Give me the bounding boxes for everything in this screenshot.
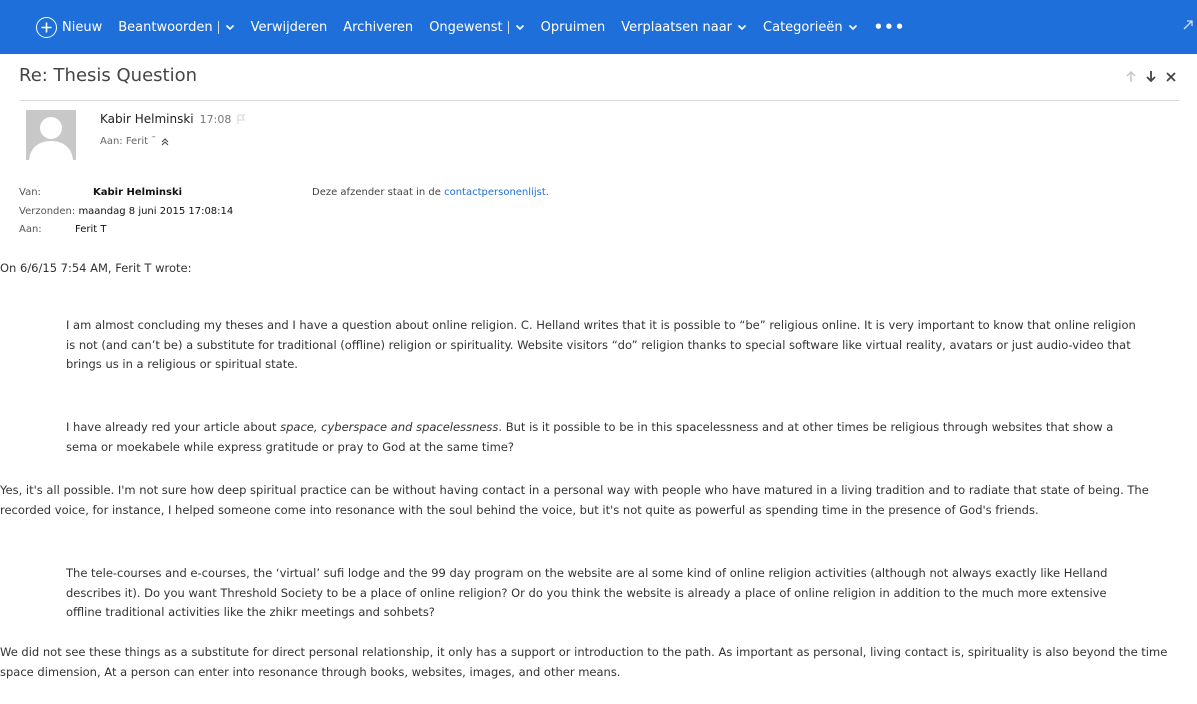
meta-sent: Verzonden: maandag 8 juni 2015 17:08:14 [19,206,233,217]
move-to-button[interactable]: Verplaatsen naar [621,20,747,35]
sender-notice: Deze afzender staat in de contactpersone… [312,187,549,198]
expand-icon[interactable] [1183,20,1193,30]
junk-button[interactable]: Ongewenst [429,20,524,35]
meta-from: Van: Kabir Helminski [19,187,182,198]
chevron-down-icon[interactable] [225,22,235,32]
chevron-down-icon[interactable] [515,22,525,32]
close-icon[interactable] [1165,68,1177,87]
arrow-down-icon[interactable] [1145,68,1157,87]
message-time: 17:08 [199,112,232,126]
command-toolbar: Nieuw Beantwoorden Verwijderen Archivere… [0,0,1197,54]
archive-label: Archiveren [343,19,414,35]
new-button[interactable]: Nieuw [36,16,103,38]
meta-from-label: Van: [19,187,41,198]
categories-label: Categorieën [763,19,843,35]
divider [19,100,1179,101]
sweep-button[interactable]: Opruimen [541,20,606,35]
more-actions-button[interactable]: ••• [874,18,906,36]
contacts-link[interactable]: contactpersonenlijst. [444,187,549,198]
avatar [26,110,76,160]
new-label: Nieuw [62,19,103,35]
recipient-label[interactable]: Aan: Ferit ¯ [100,136,156,147]
archive-button[interactable]: Archiveren [343,20,413,35]
meta-from-value: Kabir Helminski [93,187,183,198]
meta-to-label: Aan: [19,224,42,235]
reply-label: Beantwoorden [118,19,213,35]
flag-icon[interactable] [237,114,246,125]
chevron-up-double-icon[interactable] [161,137,169,146]
message-nav [1125,68,1177,87]
meta-sent-label: Verzonden: [19,206,76,217]
meta-to: Aan: Ferit T [19,224,106,235]
quoted-paragraph-3: The tele-courses and e-courses, the ‘vir… [66,566,1108,619]
quoted-paragraph-2-start: I have already red your article about [66,420,281,434]
chevron-down-icon [848,24,857,31]
recipient-line: Aan: Ferit ¯ [100,136,169,147]
divider [507,20,509,34]
quoted-paragraph-2: I have already red your article about sp… [66,418,1136,457]
notice-text: Deze afzender staat in de [312,187,445,198]
divider [217,20,219,34]
message-subject: Re: Thesis Question [19,65,198,86]
reply-paragraph-2: We did not see these things as a substit… [0,645,1168,679]
categories-button[interactable]: Categorieën [763,20,858,35]
more-label: ••• [873,18,906,36]
plus-circle-icon [36,16,57,38]
reply-button[interactable]: Beantwoorden [118,20,234,35]
move-label: Verplaatsen naar [621,19,733,35]
chevron-down-icon [737,24,747,31]
arrow-up-icon[interactable] [1125,68,1137,87]
delete-button[interactable]: Verwijderen [251,20,328,35]
sender-line: Kabir Helminski 17:08 [100,112,246,126]
delete-label: Verwijderen [250,19,328,35]
junk-label: Ongewenst [429,19,503,35]
reply-paragraph-1: Yes, it's all possible. I'm not sure how… [0,483,1149,517]
person-icon [29,117,73,160]
quoted-paragraph-1: I am almost concluding my theses and I h… [66,318,1136,371]
quote-intro: On 6/6/15 7:54 AM, Ferit T wrote: [0,261,192,275]
meta-sent-value: maandag 8 juni 2015 17:08:14 [78,206,234,217]
article-title: space, cyberspace and spacelessness [280,420,499,434]
meta-to-value: Ferit T [75,224,107,235]
sender-name[interactable]: Kabir Helminski [100,112,194,126]
sweep-label: Opruimen [540,19,606,35]
